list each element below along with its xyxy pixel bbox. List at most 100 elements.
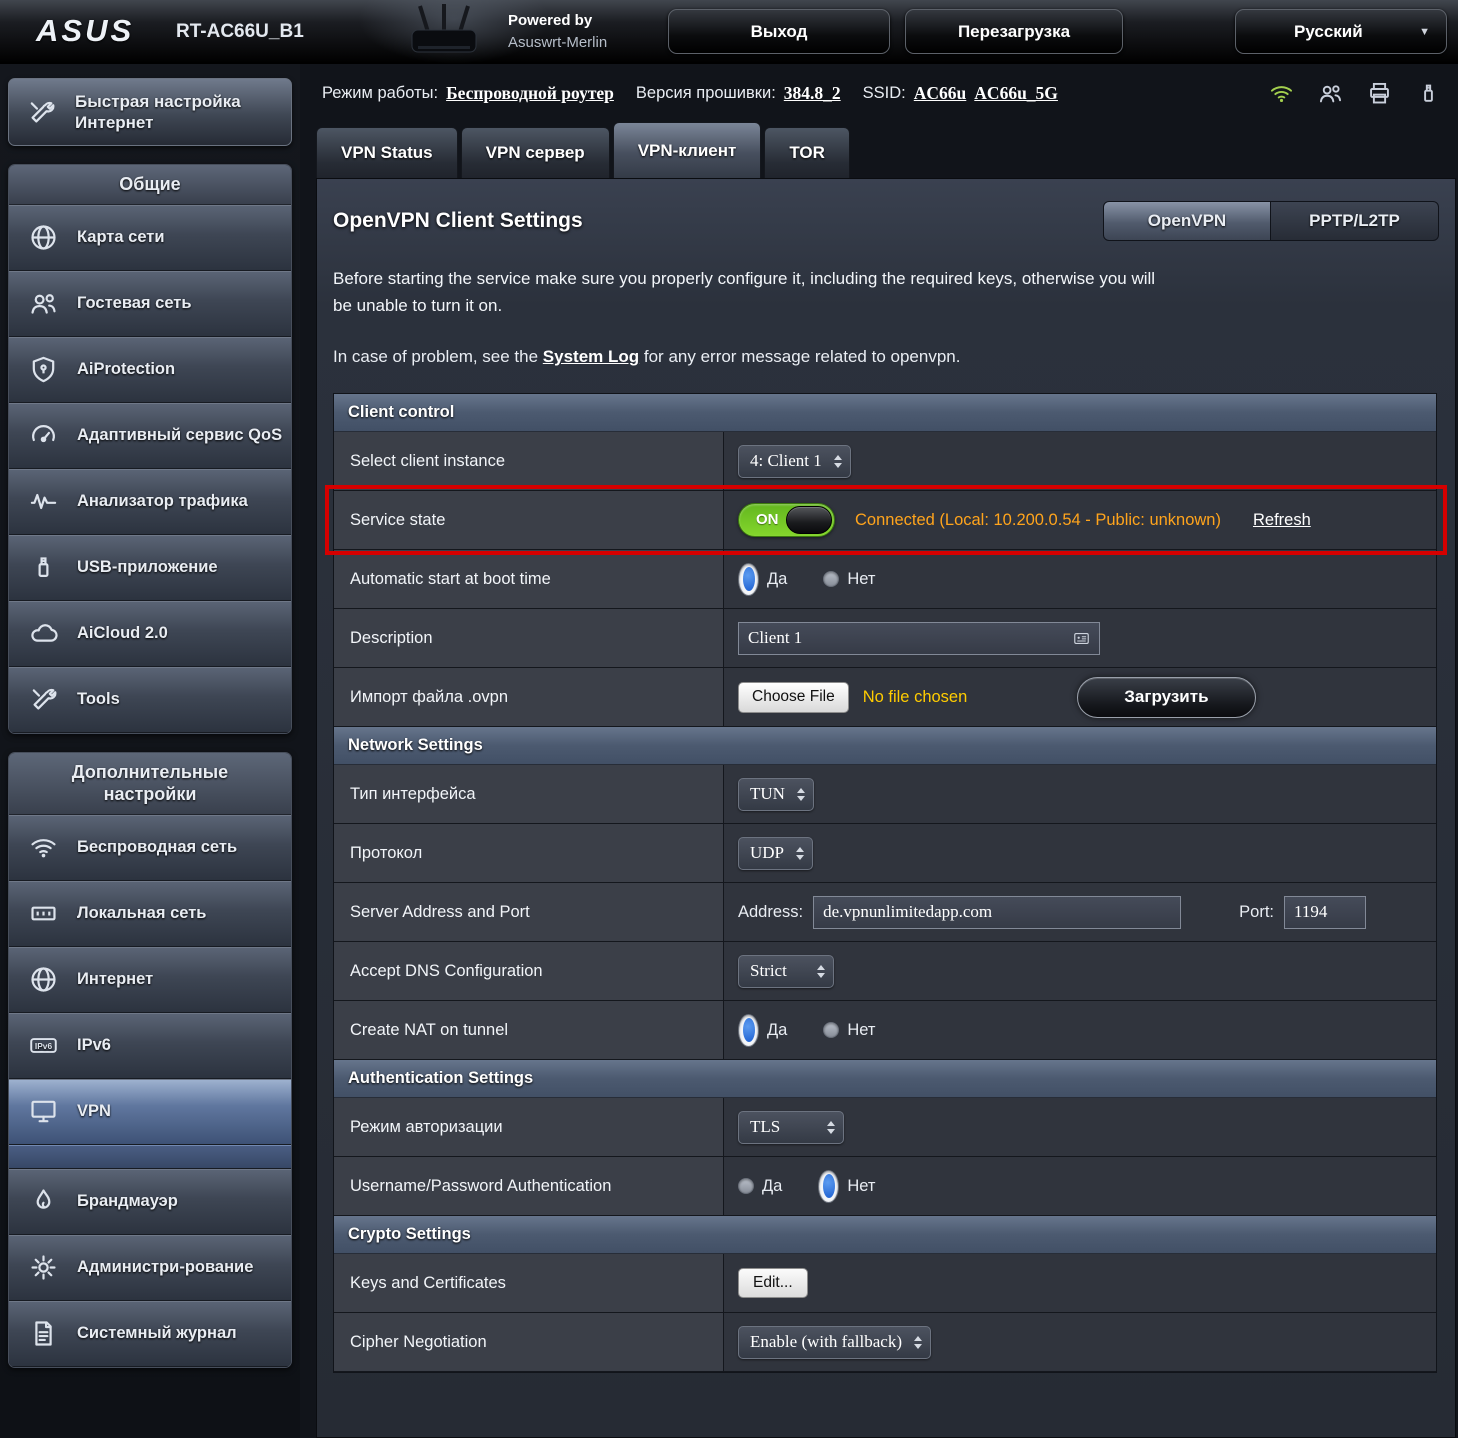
edit-keys-button[interactable]: Edit...	[738, 1268, 808, 1298]
userpass-auth-row: Username/Password Authentication Да Нет	[334, 1157, 1436, 1216]
port-input[interactable]	[1284, 896, 1366, 929]
tab-tor[interactable]: TOR	[764, 127, 850, 178]
openvpn-type-button[interactable]: OpenVPN	[1103, 201, 1271, 241]
tab-vpn-status[interactable]: VPN Status	[316, 127, 458, 178]
auth-mode-row: Режим авторизации TLS	[334, 1098, 1436, 1157]
port-label: Port:	[1239, 903, 1274, 922]
sidebar-quick-setup[interactable]: Быстрая настройка Интернет	[8, 78, 292, 146]
server-address-label: Server Address and Port	[334, 883, 724, 941]
reboot-button[interactable]: Перезагрузка	[905, 9, 1123, 54]
client-instance-select[interactable]: 4: Client 1	[738, 445, 851, 478]
auth-mode-select[interactable]: TLS	[738, 1111, 844, 1144]
radio-selected-icon	[818, 1170, 839, 1203]
sidebar-item-wan[interactable]: Интернет	[9, 947, 291, 1013]
radio-unselected-icon	[738, 1178, 754, 1194]
vpn-submenu-strip	[9, 1145, 291, 1169]
wifi-status-icon[interactable]	[1268, 80, 1295, 107]
select-arrows-icon	[834, 455, 842, 468]
toggle-on-label: ON	[756, 511, 779, 528]
sidebar-item-label: Карта сети	[77, 228, 165, 248]
sidebar-item-aiprotection[interactable]: AiProtection	[9, 337, 291, 403]
vpn-type-switcher: OpenVPN PPTP/L2TP	[1103, 201, 1439, 241]
syslog-note-prefix: In case of problem, see the	[333, 347, 543, 366]
tab-vpn-server[interactable]: VPN сервер	[461, 127, 610, 178]
client-instance-label: Select client instance	[334, 432, 724, 490]
sidebar-item-label: AiCloud 2.0	[77, 624, 168, 644]
sidebar-item-label: IPv6	[77, 1036, 111, 1056]
sidebar-item-usb-app[interactable]: USB-приложение	[9, 535, 291, 601]
radio-no-label: Нет	[847, 570, 875, 589]
chevron-down-icon: ▼	[1419, 26, 1430, 38]
upload-button[interactable]: Загрузить	[1077, 677, 1255, 718]
usb-device-icon[interactable]	[1415, 80, 1442, 107]
language-label: Русский	[1294, 22, 1363, 42]
userpass-no-radio[interactable]: Нет	[818, 1170, 875, 1203]
sidebar-item-label: Tools	[77, 690, 120, 710]
pptp-l2tp-type-button[interactable]: PPTP/L2TP	[1271, 201, 1439, 241]
sidebar-item-system-log[interactable]: Системный журнал	[9, 1301, 291, 1367]
dns-config-row: Accept DNS Configuration Strict	[334, 942, 1436, 1001]
gauge-icon	[21, 414, 65, 458]
operation-mode-link[interactable]: Беспроводной роутер	[446, 83, 614, 104]
ssid-5g-link[interactable]: AC66u_5G	[974, 83, 1058, 104]
radio-selected-icon	[738, 1014, 759, 1047]
quick-setup-icon	[19, 90, 63, 134]
ovpn-import-label: Импорт файла .ovpn	[334, 668, 724, 726]
tab-vpn-client[interactable]: VPN-клиент	[613, 122, 762, 178]
port-group: Port:	[1239, 896, 1366, 929]
sidebar-item-network-map[interactable]: Карта сети	[9, 205, 291, 271]
radio-unselected-icon	[823, 571, 839, 587]
sidebar-item-administration[interactable]: Администри-рование	[9, 1235, 291, 1301]
main-area: Режим работы: Беспроводной роутер Версия…	[300, 64, 1458, 1438]
client-instance-value: 4: Client 1	[750, 451, 822, 471]
radio-yes-label: Да	[762, 1177, 782, 1196]
client-instance-row: Select client instance 4: Client 1	[334, 432, 1436, 491]
autostart-yes-radio[interactable]: Да	[738, 563, 787, 596]
nat-yes-radio[interactable]: Да	[738, 1014, 787, 1047]
sidebar-item-firewall[interactable]: Брандмауэр	[9, 1169, 291, 1235]
logout-button[interactable]: Выход	[668, 9, 890, 54]
gear-icon	[21, 1246, 65, 1290]
sidebar-item-aicloud[interactable]: AiCloud 2.0	[9, 601, 291, 667]
server-address-row: Server Address and Port Address: Port:	[334, 883, 1436, 942]
description-input[interactable]	[738, 622, 1100, 655]
network-map-icon	[21, 216, 65, 260]
ssid-24g-link[interactable]: AC66u	[914, 83, 967, 104]
ssid-label: SSID:	[863, 84, 906, 103]
cipher-negotiation-select[interactable]: Enable (with fallback)	[738, 1326, 931, 1359]
interface-type-select[interactable]: TUN	[738, 778, 814, 811]
service-state-toggle[interactable]: ON	[738, 503, 835, 537]
protocol-select[interactable]: UDP	[738, 837, 813, 870]
radio-no-label: Нет	[847, 1021, 875, 1040]
quick-setup-line1: Быстрая настройка	[75, 92, 241, 111]
choose-file-button[interactable]: Choose File	[738, 682, 849, 713]
language-select[interactable]: Русский ▼	[1235, 9, 1447, 54]
sidebar-item-lan[interactable]: Локальная сеть	[9, 881, 291, 947]
ovpn-import-row: Импорт файла .ovpn Choose File No file c…	[334, 668, 1436, 727]
guest-network-icon	[21, 282, 65, 326]
sidebar-item-ipv6[interactable]: IPv6	[9, 1013, 291, 1079]
refresh-link[interactable]: Refresh	[1253, 511, 1311, 530]
sidebar-item-qos[interactable]: Адаптивный сервис QoS	[9, 403, 291, 469]
server-address-input[interactable]	[813, 896, 1181, 929]
sidebar-item-guest-network[interactable]: Гостевая сеть	[9, 271, 291, 337]
syslog-note: In case of problem, see the System Log f…	[333, 347, 1439, 367]
dns-config-select[interactable]: Strict	[738, 955, 834, 988]
firmware-version-link[interactable]: 384.8_2	[784, 83, 841, 104]
printer-icon[interactable]	[1366, 80, 1393, 107]
input-helper-icon[interactable]	[1071, 630, 1092, 647]
userpass-yes-radio[interactable]: Да	[738, 1177, 782, 1196]
cipher-negotiation-row: Cipher Negotiation Enable (with fallback…	[334, 1313, 1436, 1372]
sidebar-item-label: Интернет	[77, 970, 153, 990]
clients-icon[interactable]	[1317, 80, 1344, 107]
sidebar-item-tools[interactable]: Tools	[9, 667, 291, 733]
interface-type-label: Тип интерфейса	[334, 765, 724, 823]
sidebar-item-vpn[interactable]: VPN	[9, 1079, 291, 1145]
autostart-no-radio[interactable]: Нет	[823, 570, 875, 589]
sidebar-item-traffic-analyzer[interactable]: Анализатор трафика	[9, 469, 291, 535]
protocol-row: Протокол UDP	[334, 824, 1436, 883]
system-log-link[interactable]: System Log	[543, 347, 639, 366]
sidebar-item-wireless[interactable]: Беспроводная сеть	[9, 815, 291, 881]
description-row: Description	[334, 609, 1436, 668]
nat-no-radio[interactable]: Нет	[823, 1021, 875, 1040]
